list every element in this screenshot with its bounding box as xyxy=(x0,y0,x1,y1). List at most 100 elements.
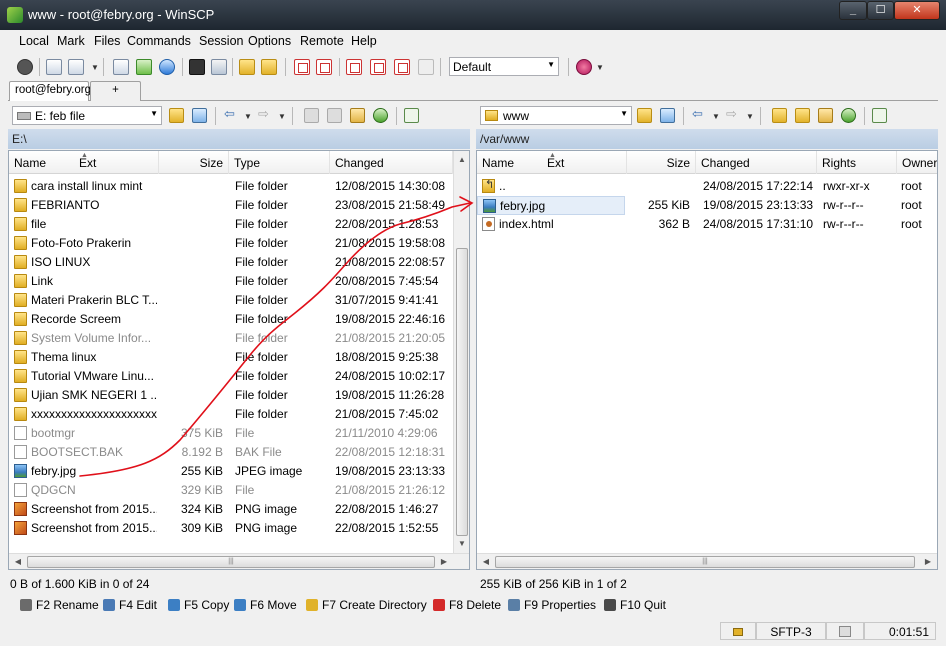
f7-create-directory-button[interactable]: F7 Create Directory xyxy=(306,598,427,612)
scroll-left-icon[interactable]: ◀ xyxy=(11,554,25,569)
table-row[interactable]: FEBRIANTO File folder 23/08/2015 21:58:49 xyxy=(9,196,453,215)
parent-directory-icon[interactable] xyxy=(772,108,787,123)
menu-remote[interactable]: Remote xyxy=(300,34,344,48)
table-row[interactable]: Ujian SMK NEGERI 1 ... File folder 19/08/2… xyxy=(9,386,453,405)
scroll-thumb[interactable] xyxy=(456,248,468,536)
root-directory-icon[interactable] xyxy=(795,108,810,123)
terminal-icon[interactable] xyxy=(189,59,205,75)
tab-session[interactable]: root@febry.org xyxy=(9,81,91,101)
table-row[interactable]: QDGCN 329 KiB File 21/08/2015 21:26:12 xyxy=(9,481,453,500)
menu-help[interactable]: Help xyxy=(351,34,377,48)
table-row[interactable]: Foto-Foto Prakerin File folder 21/08/2015 … xyxy=(9,234,453,253)
col-name[interactable]: Name ▲ Ext xyxy=(477,151,627,174)
invert-selection-icon[interactable] xyxy=(370,59,386,75)
menu-mark[interactable]: Mark xyxy=(57,34,85,48)
synchronize-browsing-icon[interactable] xyxy=(68,59,84,75)
menu-commands[interactable]: Commands xyxy=(127,34,191,48)
filter-icon[interactable] xyxy=(660,108,675,123)
col-size[interactable]: Size xyxy=(159,151,229,174)
maximize-button[interactable]: ☐ xyxy=(867,1,894,20)
parent-directory-icon[interactable] xyxy=(304,108,319,123)
restore-selection-icon[interactable] xyxy=(418,59,434,75)
table-row[interactable]: febry.jpg xyxy=(477,196,625,215)
unselect-files-icon[interactable] xyxy=(316,59,332,75)
scroll-down-icon[interactable]: ▼ xyxy=(455,536,469,552)
col-type[interactable]: Type xyxy=(229,151,330,174)
local-drive-combo[interactable]: E: feb file ▼ xyxy=(12,106,162,125)
f6-move-button[interactable]: F6 Move xyxy=(234,598,297,612)
remote-file-list[interactable]: Name▲Ext Size Changed Rights Owner .. 24/… xyxy=(476,150,938,570)
refresh-icon[interactable] xyxy=(373,108,388,123)
menu-session[interactable]: Session xyxy=(199,34,243,48)
local-compare-icon[interactable] xyxy=(46,59,62,75)
back-arrow-icon[interactable]: ⇦ xyxy=(224,106,239,121)
preferences-gear-icon[interactable] xyxy=(17,59,33,75)
local-path-bar[interactable]: E:\ xyxy=(8,129,470,149)
f9-properties-button[interactable]: F9 Properties xyxy=(508,598,596,612)
table-row[interactable]: BOOTSECT.BAK 8.192 B BAK File 22/08/2015 12… xyxy=(9,443,453,462)
queue-icon[interactable] xyxy=(113,59,129,75)
refresh-keep-up-icon[interactable] xyxy=(159,59,175,75)
site-manager-icon[interactable] xyxy=(239,59,255,75)
scroll-thumb[interactable]: ||| xyxy=(495,556,915,568)
table-row[interactable]: file File folder 22/08/2015 1:28:53 xyxy=(9,215,453,234)
putty-icon[interactable] xyxy=(211,59,227,75)
f8-delete-button[interactable]: F8 Delete xyxy=(433,598,501,612)
forward-arrow-icon[interactable]: ⇨ xyxy=(258,106,273,121)
f2-rename-button[interactable]: F2 Rename xyxy=(20,598,99,612)
forward-arrow-icon[interactable]: ⇨ xyxy=(726,106,741,121)
table-row[interactable]: cara install linux mint File folder 12/08/… xyxy=(9,177,453,196)
transfer-settings-combo[interactable]: Default ▼ xyxy=(449,57,559,76)
select-files-icon[interactable] xyxy=(294,59,310,75)
tree-view-icon[interactable] xyxy=(872,108,887,123)
table-row[interactable]: bootmgr 375 KiB File 21/11/2010 4:29:06 xyxy=(9,424,453,443)
back-arrow-icon[interactable]: ⇦ xyxy=(692,106,707,121)
table-row[interactable]: Link File folder 20/08/2015 7:45:54 xyxy=(9,272,453,291)
close-button[interactable]: ✕ xyxy=(894,1,940,20)
table-row[interactable]: System Volume Infor... File folder 21/08/2… xyxy=(9,329,453,348)
new-session-icon[interactable] xyxy=(261,59,277,75)
tree-view-icon[interactable] xyxy=(404,108,419,123)
table-row[interactable]: Materi Prakerin BLC T... File folder 31/07… xyxy=(9,291,453,310)
open-directory-icon[interactable] xyxy=(637,108,652,123)
transfer-options-icon[interactable] xyxy=(576,59,592,75)
table-row[interactable]: Tutorial VMware Linu... File folder 24/08/… xyxy=(9,367,453,386)
col-rights[interactable]: Rights xyxy=(817,151,897,174)
clear-selection-icon[interactable] xyxy=(394,59,410,75)
open-directory-icon[interactable] xyxy=(169,108,184,123)
filter-icon[interactable] xyxy=(192,108,207,123)
local-horizontal-scrollbar[interactable]: ◀ ||| ▶ xyxy=(9,553,469,569)
connection-icon[interactable] xyxy=(826,622,864,640)
f5-copy-button[interactable]: F5 Copy xyxy=(168,598,229,612)
scroll-thumb[interactable]: ||| xyxy=(27,556,435,568)
col-changed[interactable]: Changed xyxy=(696,151,817,174)
synchronize-icon[interactable] xyxy=(136,59,152,75)
local-file-list[interactable]: Name ▲ Ext Size Type Changed cara install … xyxy=(8,150,470,570)
scroll-up-icon[interactable]: ▲ xyxy=(455,152,469,168)
table-row[interactable]: Thema linux File folder 18/08/2015 9:25:38 xyxy=(9,348,453,367)
local-vertical-scrollbar[interactable]: ▲ ▼ xyxy=(453,151,469,553)
encryption-lock-icon[interactable] xyxy=(720,622,756,640)
remote-path-bar[interactable]: /var/www xyxy=(476,129,938,149)
table-row[interactable]: ISO LINUX File folder 21/08/2015 22:08:57 xyxy=(9,253,453,272)
scroll-left-icon[interactable]: ◀ xyxy=(479,554,493,569)
col-changed[interactable]: Changed xyxy=(330,151,453,174)
root-directory-icon[interactable] xyxy=(327,108,342,123)
refresh-icon[interactable] xyxy=(841,108,856,123)
f4-edit-button[interactable]: F4 Edit xyxy=(103,598,157,612)
table-row[interactable]: febry.jpg 255 KiB JPEG image 19/08/2015 23:… xyxy=(9,462,453,481)
title-bar[interactable]: www - root@febry.org - WinSCP _ ☐ ✕ xyxy=(0,0,946,30)
minimize-button[interactable]: _ xyxy=(839,1,867,20)
remote-folder-combo[interactable]: www ▼ xyxy=(480,106,632,125)
scroll-right-icon[interactable]: ▶ xyxy=(921,554,935,569)
menu-local[interactable]: Local xyxy=(19,34,49,48)
menu-options[interactable]: Options xyxy=(248,34,291,48)
tab-new-session[interactable]: + xyxy=(90,81,141,101)
f10-quit-button[interactable]: F10 Quit xyxy=(604,598,666,612)
menu-files[interactable]: Files xyxy=(94,34,120,48)
filter-select-icon[interactable] xyxy=(346,59,362,75)
col-owner[interactable]: Owner xyxy=(897,151,937,174)
home-icon[interactable] xyxy=(818,108,833,123)
scroll-right-icon[interactable]: ▶ xyxy=(437,554,451,569)
table-row[interactable]: Recorde Screem File folder 19/08/2015 22:4… xyxy=(9,310,453,329)
